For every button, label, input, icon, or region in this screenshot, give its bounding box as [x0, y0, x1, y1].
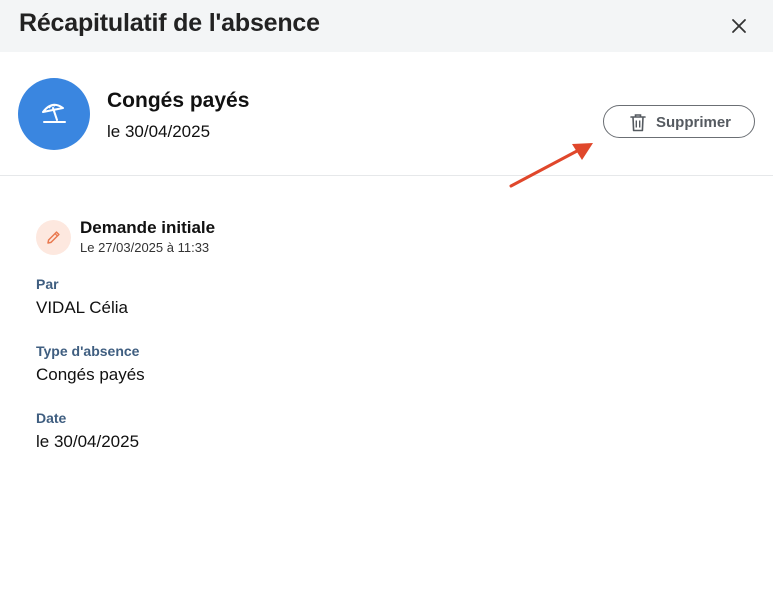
- field-value-type: Congés payés: [36, 365, 145, 384]
- close-icon: [732, 19, 746, 33]
- field-label-type: Type d'absence: [36, 343, 140, 359]
- delete-button[interactable]: Supprimer: [603, 105, 755, 138]
- field-label-date: Date: [36, 410, 67, 426]
- pencil-icon: [47, 231, 60, 244]
- trash-icon: [630, 114, 646, 132]
- annotation-arrow: [509, 143, 593, 188]
- close-button[interactable]: [727, 14, 751, 38]
- history-avatar: [36, 220, 71, 255]
- dialog-title: Récapitulatif de l'absence: [19, 9, 320, 37]
- field-label-par: Par: [36, 276, 59, 292]
- absence-summary: Congés payés le 30/04/2025 Supprimer: [0, 52, 773, 176]
- absence-type-avatar: [18, 78, 90, 150]
- history-timestamp: Le 27/03/2025 à 11:33: [80, 240, 210, 255]
- field-value-date: le 30/04/2025: [36, 432, 140, 451]
- dialog-header: Récapitulatif de l'absence: [0, 0, 773, 52]
- history-title: Demande initiale: [80, 218, 216, 237]
- beach-umbrella-icon: [42, 103, 66, 123]
- delete-button-label: Supprimer: [656, 114, 732, 131]
- absence-type-title: Congés payés: [107, 89, 250, 112]
- absence-date: le 30/04/2025: [107, 122, 211, 141]
- field-value-par: VIDAL Célia: [36, 298, 128, 317]
